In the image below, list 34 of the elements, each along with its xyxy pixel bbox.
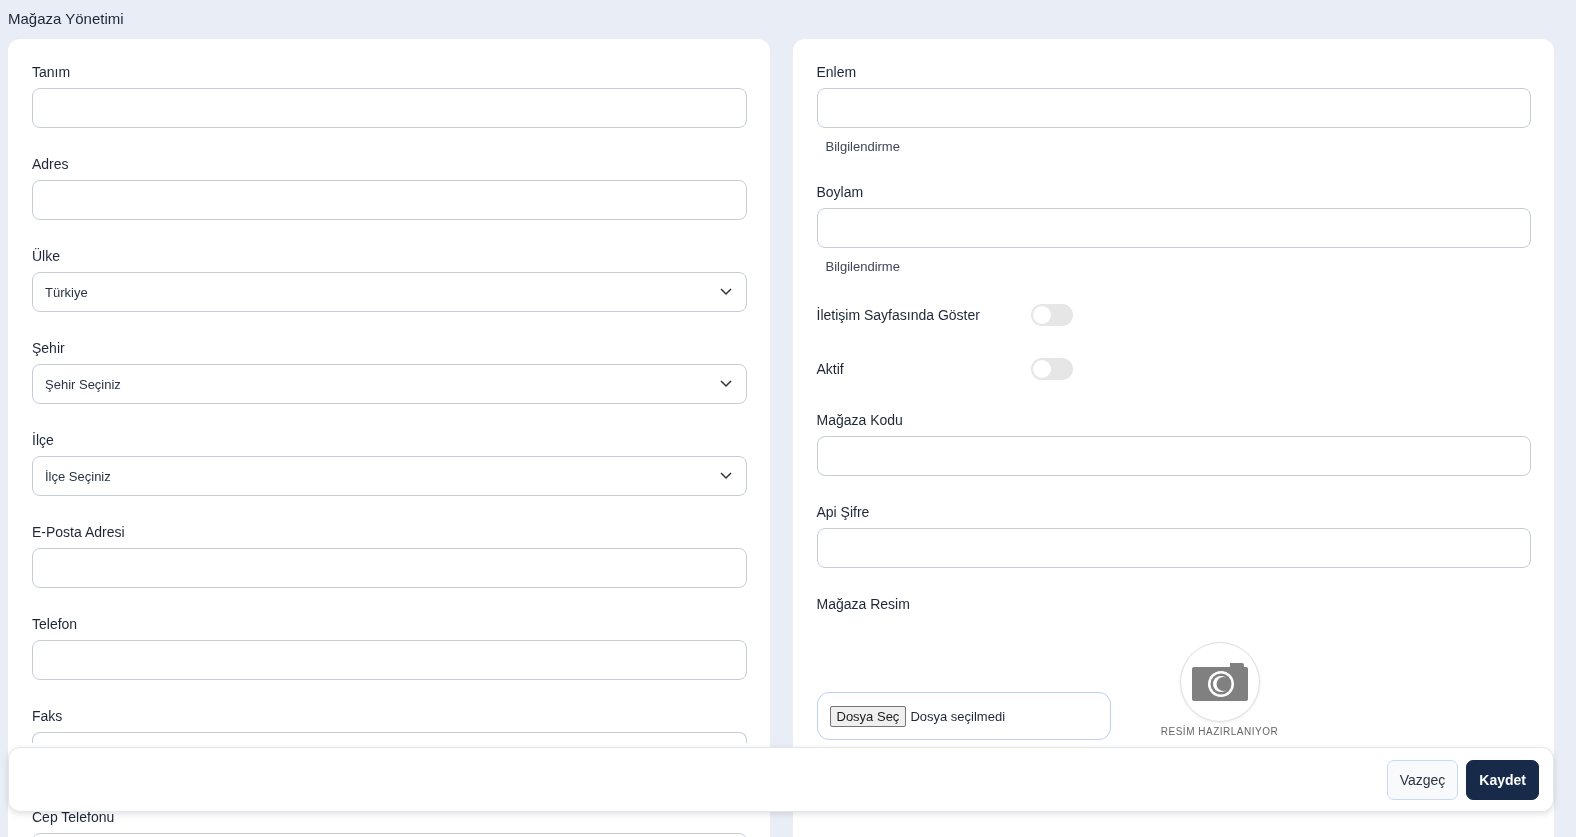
file-input[interactable]: Dosya Seç Dosya seçilmedi: [816, 692, 1111, 740]
chevron-down-icon: [719, 380, 732, 388]
field-label: E-Posta Adresi: [32, 524, 125, 540]
toggle-label: İletişim Sayfasında Göster: [816, 307, 981, 323]
camera-icon: [1191, 663, 1248, 701]
field-label: İlçe: [32, 432, 54, 448]
field-label: Enlem: [816, 64, 857, 80]
field-label: Ülke: [32, 248, 60, 264]
field-label: Mağaza Kodu: [816, 412, 903, 428]
chevron-down-icon: [719, 472, 732, 480]
select-dropdown[interactable]: Şehir Seçiniz: [32, 364, 747, 404]
field-label: Boylam: [816, 184, 864, 200]
field-label: Api Şifre: [816, 504, 870, 520]
toggle-label: Aktif: [816, 361, 845, 377]
chevron-down-icon: [719, 288, 732, 296]
field-label: Cep Telefonu: [32, 809, 115, 825]
hint-text: Bilgilendirme: [825, 138, 900, 156]
toggle-switch[interactable]: [1030, 358, 1073, 380]
choose-file-button[interactable]: Dosya Seç: [829, 705, 907, 727]
file-status: Dosya seçilmedi: [910, 708, 1006, 724]
select-dropdown[interactable]: İlçe Seçiniz: [32, 456, 747, 496]
field-label: Telefon: [32, 616, 78, 632]
field-label: Mağaza Resim: [816, 596, 910, 612]
page-title: Mağaza Yönetimi: [7, 9, 125, 29]
field-label: Şehir: [32, 340, 65, 356]
field-label: Faks: [32, 708, 63, 724]
select-dropdown[interactable]: Türkiye: [32, 272, 747, 312]
field-label: Tanım: [32, 64, 71, 80]
toggle-switch[interactable]: [1030, 304, 1073, 326]
save-button[interactable]: Kaydet: [1466, 759, 1539, 800]
hint-text: Bilgilendirme: [825, 258, 900, 276]
cancel-button[interactable]: Vazgeç: [1386, 759, 1459, 800]
preview-caption: RESİM HAZIRLANIYOR: [1160, 726, 1279, 737]
field-label: Adres: [32, 156, 69, 172]
